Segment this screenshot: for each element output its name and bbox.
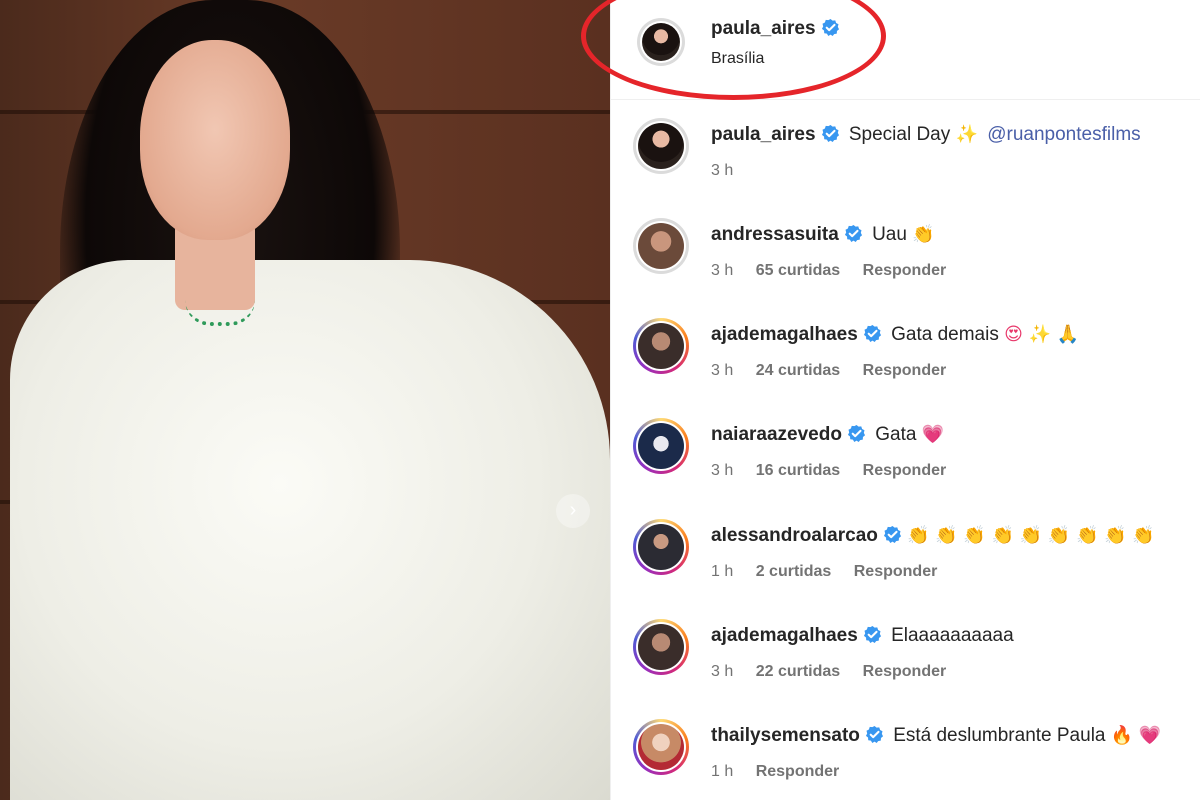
reply-button[interactable]: Responder [863, 462, 947, 479]
verified-badge-icon [865, 725, 883, 744]
clapping-hands-icon: 👏 [912, 224, 935, 245]
avatar[interactable] [633, 418, 689, 474]
post-author[interactable]: paula_aires [711, 18, 840, 40]
carousel-next-button[interactable]: › [556, 494, 590, 528]
avatar[interactable] [633, 719, 689, 775]
comment-time: 1 h [711, 563, 734, 580]
verified-badge-icon [844, 224, 862, 243]
reply-button[interactable]: Responder [863, 362, 947, 379]
sparkles-icon: ✨ [955, 124, 978, 145]
avatar[interactable] [637, 18, 685, 66]
post-username[interactable]: paula_aires [711, 18, 816, 39]
comment-username[interactable]: andressasuita [711, 224, 839, 245]
comment-username[interactable]: ajademagalhaes [711, 324, 858, 345]
avatar[interactable] [633, 218, 689, 274]
avatar[interactable] [633, 619, 689, 675]
verified-badge-icon [863, 324, 881, 343]
reply-button[interactable]: Responder [863, 262, 947, 279]
heart-eyes-sparkles-pray-icons: 😍 ✨ 🙏 [1004, 324, 1080, 345]
comment-username[interactable]: naiaraazevedo [711, 424, 842, 445]
reply-button[interactable]: Responder [756, 763, 840, 780]
comment-text: Elaaaaaaaaaa [891, 625, 1014, 646]
comments-panel: paula_aires Brasília paula_aires Special… [581, 0, 1200, 800]
verified-badge-icon [821, 124, 839, 143]
comment-text: Gata demais [891, 324, 999, 345]
caption-time: 3 h [711, 162, 734, 179]
comment-likes-link[interactable]: 2 curtidas [756, 563, 832, 580]
caption-text: Special Day [848, 124, 951, 145]
photo-dress [10, 260, 610, 800]
comment-username[interactable]: ajademagalhaes [711, 625, 858, 646]
fire-heart-icons: 🔥 💗 [1110, 725, 1162, 746]
comment-time: 1 h [711, 763, 734, 780]
comment-time: 3 h [711, 262, 734, 279]
comment-likes-link[interactable]: 16 curtidas [756, 462, 840, 479]
caption-mention-link[interactable]: @ruanpontesfilms [987, 124, 1140, 145]
photo-face [140, 40, 290, 240]
verified-badge-icon [847, 424, 866, 443]
verified-badge-icon [883, 525, 901, 544]
comment-likes-link[interactable]: 65 curtidas [756, 262, 840, 279]
comment-time: 3 h [711, 462, 734, 479]
verified-badge-icon [821, 18, 839, 37]
avatar[interactable] [633, 318, 689, 374]
comment-time: 3 h [711, 663, 734, 680]
clapping-hands-icon: 👏 👏 👏 👏 👏 👏 👏 👏 👏 [907, 525, 1155, 546]
avatar[interactable] [633, 118, 689, 174]
post-header: paula_aires Brasília [581, 0, 1200, 100]
post-photo: › [0, 0, 610, 800]
comment-time: 3 h [711, 362, 734, 379]
avatar[interactable] [633, 519, 689, 575]
reply-button[interactable]: Responder [863, 663, 947, 680]
comment-likes-link[interactable]: 24 curtidas [756, 362, 840, 379]
comment-text: Uau [872, 224, 907, 245]
caption-username[interactable]: paula_aires [711, 124, 816, 145]
reply-button[interactable]: Responder [854, 563, 938, 580]
verified-badge-icon [863, 625, 881, 644]
comment-text: Está deslumbrante Paula [893, 725, 1106, 746]
pink-heart-icon: 💗 [921, 424, 945, 445]
comment-likes-link[interactable]: 22 curtidas [756, 663, 840, 680]
comment-username[interactable]: thailysemensato [711, 725, 860, 746]
chevron-right-icon: › [569, 499, 577, 521]
comment-text: Gata [875, 424, 917, 445]
comment-username[interactable]: alessandroalarcao [711, 525, 878, 546]
post-location[interactable]: Brasília [711, 50, 764, 68]
